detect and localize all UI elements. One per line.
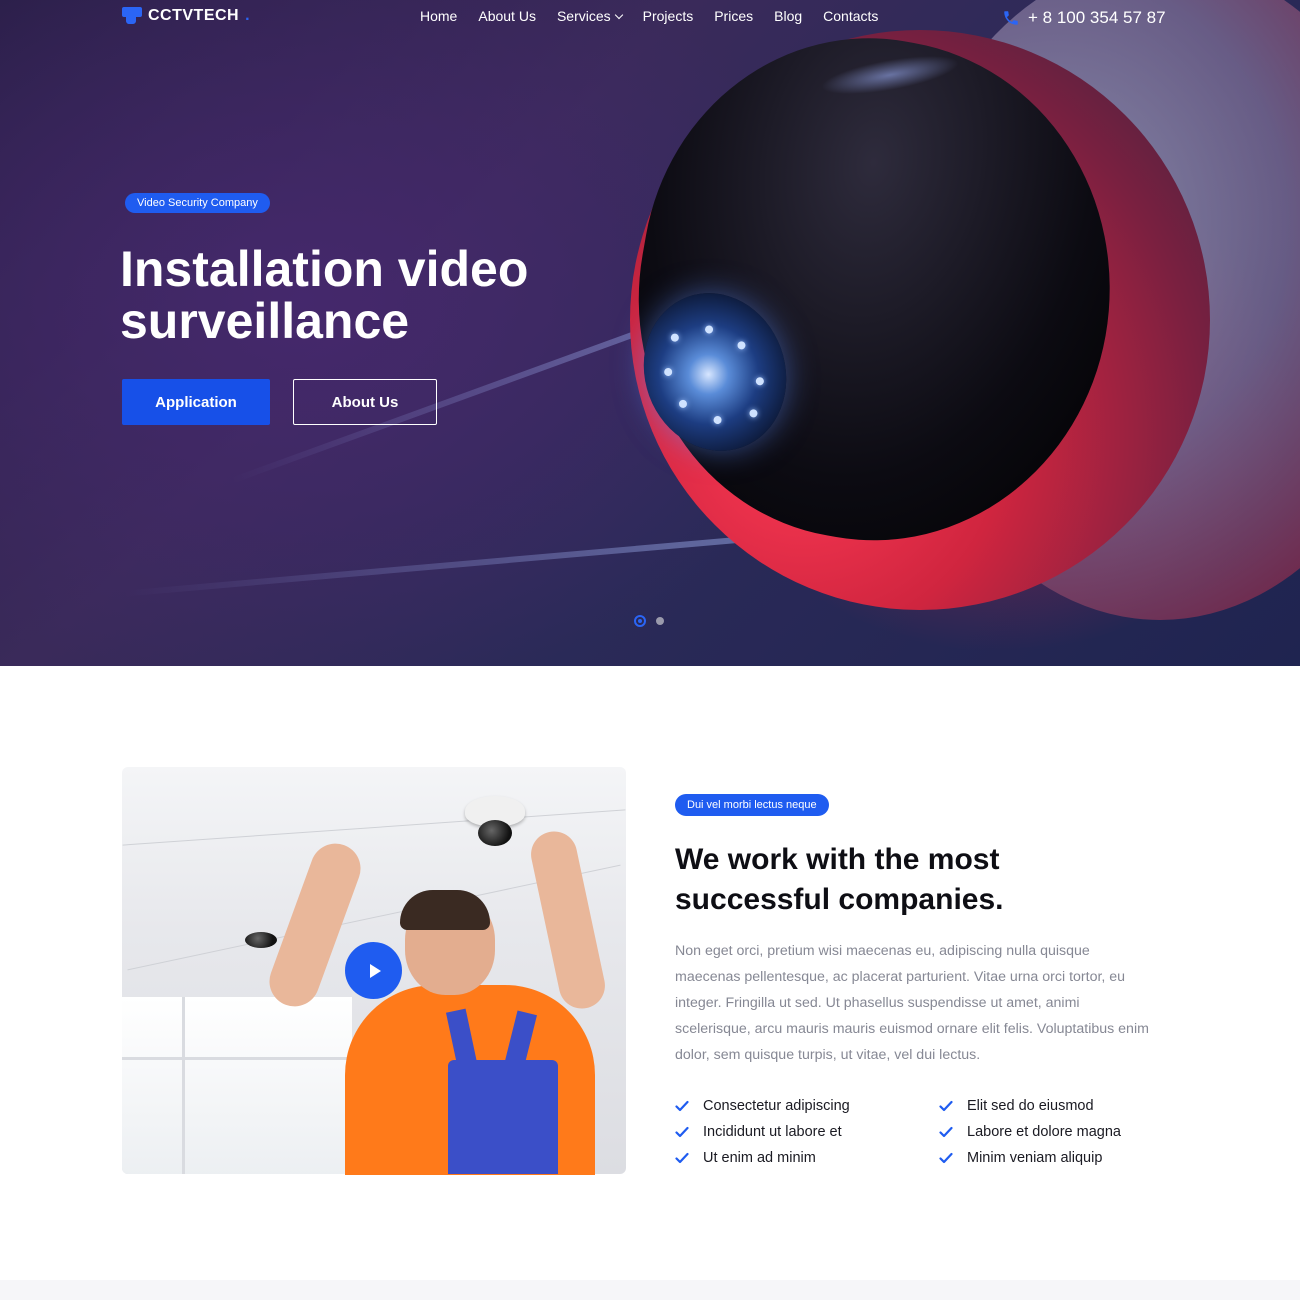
led [677, 398, 689, 410]
ceiling-camera-icon [245, 932, 277, 948]
window-frame [122, 1057, 352, 1060]
slide-dot-active[interactable] [634, 615, 646, 627]
checklist-label: Labore et dolore magna [967, 1124, 1121, 1140]
worker-overall [448, 1060, 558, 1174]
checklist-item: Minim veniam aliquip [939, 1149, 1195, 1167]
worker-hair [400, 890, 490, 930]
application-button[interactable]: Application [122, 379, 270, 425]
checklist-item: Consectetur adipiscing [675, 1097, 939, 1115]
logo-dot: . [245, 7, 251, 24]
led [703, 324, 715, 335]
phone-number: + 8 100 354 57 87 [1028, 8, 1166, 27]
logo-text: CCTVTECH [148, 7, 240, 24]
checklist-label: Elit sed do eiusmod [967, 1098, 1094, 1114]
led [712, 414, 723, 426]
play-icon [370, 963, 381, 978]
hero-section: CCTVTECH. Home About Us Services Project… [0, 0, 1300, 666]
nav-contacts[interactable]: Contacts [823, 8, 878, 24]
check-icon [675, 1152, 689, 1164]
feature-checklist: Consectetur adipiscing Elit sed do eiusm… [675, 1097, 1195, 1167]
slider-pagination [634, 615, 664, 627]
checklist-label: Incididunt ut labore et [703, 1124, 842, 1140]
about-description: Non eget orci, pretium wisi maecenas eu,… [675, 943, 1149, 1063]
dome-camera-lens [478, 820, 512, 846]
about-title: We work with the most successful compani… [675, 843, 1004, 916]
led [736, 340, 747, 351]
checklist-label: Minim veniam aliquip [967, 1150, 1103, 1166]
main-nav: Home About Us Services Projects Prices B… [420, 8, 878, 24]
led [754, 376, 765, 387]
window-frame [182, 997, 185, 1174]
play-video-button[interactable] [345, 942, 402, 999]
nav-blog[interactable]: Blog [774, 8, 802, 24]
nav-services-label: Services [556, 8, 611, 24]
light-beam [122, 535, 761, 597]
check-icon [675, 1126, 689, 1138]
check-icon [939, 1126, 953, 1138]
slide-dot[interactable] [656, 617, 664, 625]
nav-projects[interactable]: Projects [643, 8, 694, 24]
checklist-item: Incididunt ut labore et [675, 1123, 939, 1141]
site-logo[interactable]: CCTVTECH. [122, 7, 250, 25]
phone-icon [1004, 11, 1018, 25]
camera-logo-icon [122, 7, 142, 25]
about-us-button[interactable]: About Us [293, 379, 437, 425]
nav-about-us[interactable]: About Us [478, 8, 536, 24]
phone-link[interactable]: + 8 100 354 57 87 [1002, 8, 1166, 28]
checklist-label: Consectetur adipiscing [703, 1098, 850, 1114]
checklist-item: Labore et dolore magna [939, 1123, 1195, 1141]
checklist-item: Ut enim ad minim [675, 1149, 939, 1167]
check-icon [939, 1100, 953, 1112]
checklist-item: Elit sed do eiusmod [939, 1097, 1195, 1115]
window-background [122, 997, 352, 1174]
led [669, 332, 680, 343]
nav-services[interactable]: Services [556, 8, 623, 24]
check-icon [675, 1100, 689, 1112]
checklist-label: Ut enim ad minim [703, 1150, 816, 1166]
led [748, 408, 759, 419]
next-section-strip [0, 1280, 1300, 1300]
about-tag-badge: Dui vel morbi lectus neque [675, 794, 829, 816]
nav-prices[interactable]: Prices [714, 8, 753, 24]
led [663, 366, 674, 378]
chevron-down-icon [614, 10, 623, 19]
hero-title: Installation video surveillance [120, 241, 529, 349]
check-icon [939, 1152, 953, 1164]
hero-tag-badge: Video Security Company [125, 193, 270, 213]
nav-home[interactable]: Home [420, 8, 457, 24]
